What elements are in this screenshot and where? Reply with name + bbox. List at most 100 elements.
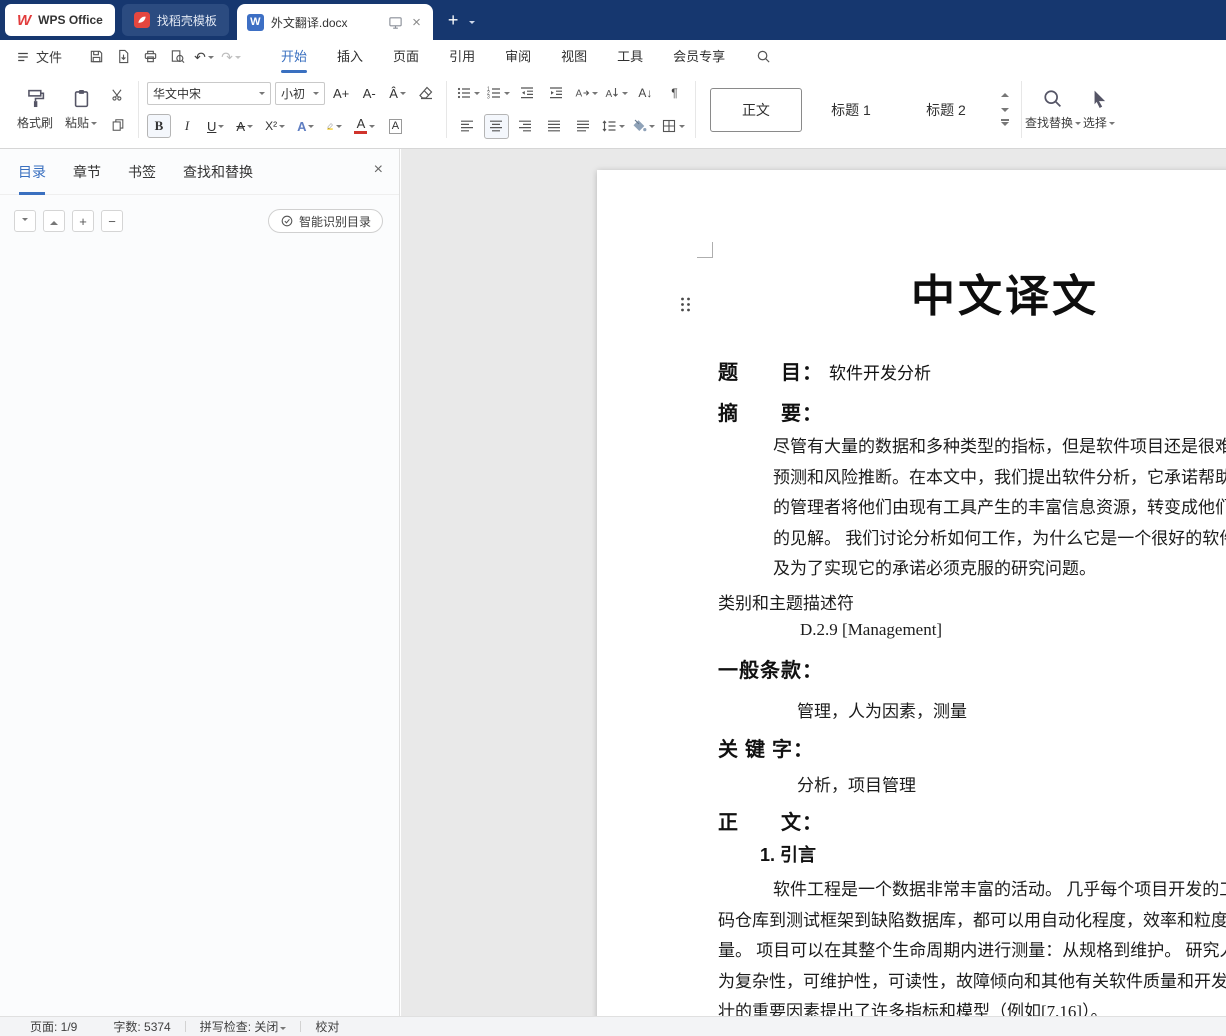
- toc-expand-icon[interactable]: [14, 210, 36, 232]
- style-heading1[interactable]: 标题 1: [804, 87, 897, 132]
- menu-tab-view[interactable]: 视图: [561, 40, 587, 73]
- search-button[interactable]: [751, 45, 775, 69]
- tab-list-chevron-icon[interactable]: [467, 13, 476, 28]
- styles-scroll-down-icon[interactable]: [997, 104, 1013, 116]
- superscript-button[interactable]: X²: [261, 114, 289, 138]
- spell-check-toggle[interactable]: 拼写检查: 关闭: [200, 1018, 287, 1035]
- style-heading1-label: 标题 1: [831, 101, 871, 118]
- distribute-button[interactable]: [571, 114, 596, 139]
- sidebar-close-icon[interactable]: ×: [374, 162, 383, 178]
- sort-button[interactable]: A↓: [633, 81, 658, 106]
- borders-button[interactable]: [660, 114, 686, 139]
- styles-scroll-up-icon[interactable]: [997, 89, 1013, 101]
- align-right-button[interactable]: [513, 114, 538, 139]
- device-icon[interactable]: [388, 15, 403, 30]
- spell-check-label: 拼写检查: 关闭: [199, 1020, 279, 1034]
- menu-tab-member[interactable]: 会员专享: [673, 40, 725, 73]
- paragraph-group: 123 A A A↓ ¶: [455, 78, 687, 141]
- shading-bucket-icon: [633, 119, 647, 132]
- document-canvas[interactable]: 中文译文 题 目： 软件开发分析 摘 要： 尽管有大量的数据和多种类型的指标，但是…: [401, 149, 1226, 1016]
- select-button[interactable]: 选择: [1076, 88, 1122, 131]
- italic-button[interactable]: I: [175, 114, 199, 138]
- line-spacing-button[interactable]: [600, 114, 626, 139]
- paste-button[interactable]: 粘贴: [58, 88, 104, 131]
- align-center-button[interactable]: [483, 113, 509, 139]
- shading-button[interactable]: [630, 114, 656, 139]
- save-button[interactable]: [84, 45, 108, 69]
- document-tab[interactable]: W 外文翻译.docx ×: [236, 4, 433, 40]
- font-color-button[interactable]: A: [350, 114, 379, 138]
- justify-button[interactable]: [542, 114, 567, 139]
- decrease-font-icon: A-: [362, 85, 376, 101]
- smart-toc-button[interactable]: 智能识别目录: [267, 209, 383, 233]
- text-effects-button[interactable]: A: [293, 114, 318, 138]
- copy-button[interactable]: [106, 114, 130, 136]
- menu-tab-review[interactable]: 审阅: [505, 40, 531, 73]
- toc-zoom-in-button[interactable]: +: [72, 210, 94, 232]
- sidebar-tab-toc[interactable]: 目录: [18, 149, 46, 195]
- clipboard-group: 格式刷 粘贴: [12, 78, 130, 141]
- font-name-value: 华文中宋: [153, 86, 202, 101]
- docer-tab-label: 找稻壳模板: [156, 13, 217, 28]
- file-menu-button[interactable]: 文件: [16, 47, 62, 66]
- abstract-field-label: 摘 要：: [718, 403, 823, 425]
- toc-collapse-icon[interactable]: [43, 210, 65, 232]
- document-page[interactable]: 中文译文 题 目： 软件开发分析 摘 要： 尽管有大量的数据和多种类型的指标，但是…: [597, 170, 1226, 1016]
- style-normal[interactable]: 正文: [709, 87, 802, 132]
- sidebar-tab-sections[interactable]: 章节: [73, 149, 101, 195]
- smart-toc-icon: [281, 215, 293, 227]
- wps-home-tab[interactable]: W WPS Office: [5, 4, 115, 36]
- find-replace-button[interactable]: 查找替换: [1025, 88, 1081, 131]
- new-tab-button[interactable]: +: [448, 11, 459, 29]
- clear-format-button[interactable]: [414, 81, 438, 105]
- cut-button[interactable]: [106, 84, 130, 106]
- proofread-button[interactable]: 校对: [315, 1018, 339, 1035]
- increase-indent-button[interactable]: [544, 81, 569, 106]
- print-preview-button[interactable]: [165, 45, 189, 69]
- sidebar-tab-bookmarks[interactable]: 书签: [128, 149, 156, 195]
- numbered-list-button[interactable]: 123: [485, 81, 511, 106]
- font-size-combobox[interactable]: 小初: [275, 81, 325, 105]
- increase-font-button[interactable]: A+: [329, 81, 353, 105]
- text-direction-button[interactable]: A: [603, 81, 629, 106]
- strikethrough-button[interactable]: A: [232, 114, 257, 138]
- align-left-button[interactable]: [455, 114, 480, 139]
- toc-zoom-out-button[interactable]: −: [101, 210, 123, 232]
- find-replace-icon: [1044, 90, 1062, 107]
- word-count[interactable]: 字数: 5374: [113, 1018, 170, 1035]
- print-button[interactable]: [138, 45, 162, 69]
- page-indicator[interactable]: 页面: 1/9: [30, 1018, 77, 1035]
- paragraph-drag-handle-icon[interactable]: [679, 296, 692, 313]
- phonetic-guide-button[interactable]: Â: [385, 81, 410, 105]
- export-pdf-button[interactable]: [111, 45, 135, 69]
- char-shading-button[interactable]: A: [383, 114, 407, 138]
- styles-more-icon[interactable]: [997, 119, 1013, 131]
- menu-tab-tools[interactable]: 工具: [617, 40, 643, 73]
- menu-tab-insert[interactable]: 插入: [337, 40, 363, 73]
- asian-layout-icon: A: [575, 89, 590, 100]
- paste-icon: [74, 89, 88, 108]
- close-tab-icon[interactable]: ×: [410, 13, 423, 32]
- text-direction-icon: A: [605, 88, 618, 100]
- menu-tab-page[interactable]: 页面: [393, 40, 419, 73]
- undo-button[interactable]: ↶: [192, 45, 216, 69]
- terms-field-label: 一般条款：: [718, 660, 823, 682]
- docer-template-tab[interactable]: 找稻壳模板: [121, 4, 229, 36]
- highlight-button[interactable]: [322, 114, 346, 138]
- bullet-list-button[interactable]: [455, 81, 481, 106]
- font-name-combobox[interactable]: 华文中宋: [147, 81, 271, 105]
- decrease-indent-button[interactable]: [515, 81, 540, 106]
- decrease-font-button[interactable]: A-: [357, 81, 381, 105]
- bold-button[interactable]: B: [147, 114, 171, 138]
- style-heading2[interactable]: 标题 2: [899, 87, 992, 132]
- underline-button[interactable]: U: [203, 114, 228, 138]
- menu-tab-reference[interactable]: 引用: [449, 40, 475, 73]
- asian-layout-button[interactable]: A: [573, 81, 599, 106]
- format-painter-button[interactable]: 格式刷: [12, 88, 58, 131]
- sidebar-tab-find-replace[interactable]: 查找和替换: [183, 149, 253, 195]
- bold-icon: B: [154, 118, 164, 133]
- menu-tab-home[interactable]: 开始: [281, 40, 308, 73]
- paragraph-mark-button[interactable]: ¶: [662, 81, 687, 106]
- redo-button[interactable]: ↷: [219, 45, 243, 69]
- editing-group: 查找替换 选择: [1025, 78, 1122, 141]
